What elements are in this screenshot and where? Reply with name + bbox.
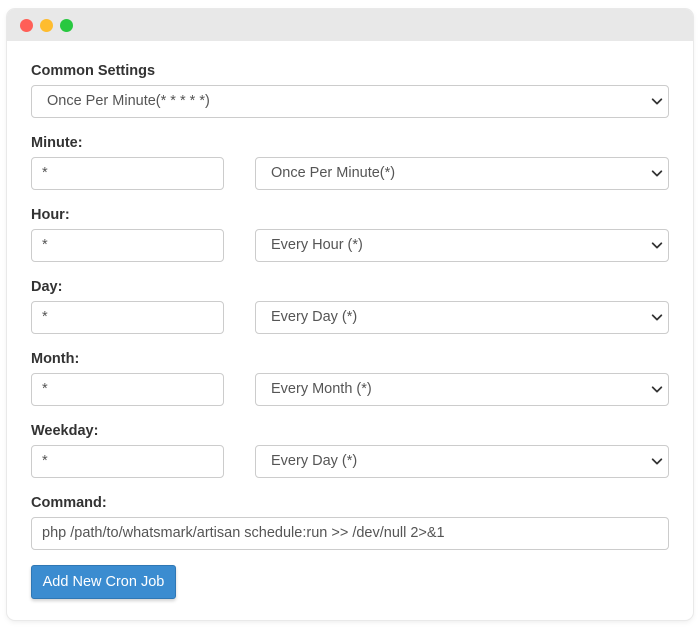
month-label: Month: [31, 351, 80, 367]
zoom-window-button[interactable] [60, 19, 73, 32]
month-select[interactable]: Every Month (*) [255, 373, 669, 406]
chevron-down-icon [651, 170, 663, 177]
weekday-label: Weekday: [31, 423, 99, 439]
common-settings-selected: Once Per Minute(* * * * *) [47, 93, 210, 109]
weekday-selected: Every Day (*) [271, 453, 358, 469]
cron-window: Common Settings Once Per Minute(* * * * … [7, 9, 693, 620]
chevron-down-icon [651, 386, 663, 393]
hour-input[interactable]: * [31, 229, 224, 262]
minute-label: Minute: [31, 135, 83, 151]
common-settings-select[interactable]: Once Per Minute(* * * * *) [31, 85, 669, 118]
hour-select[interactable]: Every Hour (*) [255, 229, 669, 262]
day-input[interactable]: * [31, 301, 224, 334]
add-new-cron-job-button[interactable]: Add New Cron Job [31, 565, 176, 599]
minute-input[interactable]: * [31, 157, 224, 190]
chevron-down-icon [651, 242, 663, 249]
day-select[interactable]: Every Day (*) [255, 301, 669, 334]
weekday-input[interactable]: * [31, 445, 224, 478]
day-selected: Every Day (*) [271, 309, 358, 325]
command-input[interactable]: php /path/to/whatsmark/artisan schedule:… [31, 517, 669, 550]
title-bar [7, 9, 693, 41]
chevron-down-icon [651, 314, 663, 321]
minute-select[interactable]: Once Per Minute(*) [255, 157, 669, 190]
day-label: Day: [31, 279, 63, 295]
month-input[interactable]: * [31, 373, 224, 406]
month-selected: Every Month (*) [271, 381, 372, 397]
chevron-down-icon [651, 98, 663, 105]
minute-selected: Once Per Minute(*) [271, 165, 396, 181]
minimize-window-button[interactable] [40, 19, 53, 32]
weekday-select[interactable]: Every Day (*) [255, 445, 669, 478]
hour-label: Hour: [31, 207, 70, 223]
command-label: Command: [31, 495, 107, 511]
chevron-down-icon [651, 458, 663, 465]
common-settings-label: Common Settings [31, 63, 156, 79]
close-window-button[interactable] [20, 19, 33, 32]
hour-selected: Every Hour (*) [271, 237, 363, 253]
